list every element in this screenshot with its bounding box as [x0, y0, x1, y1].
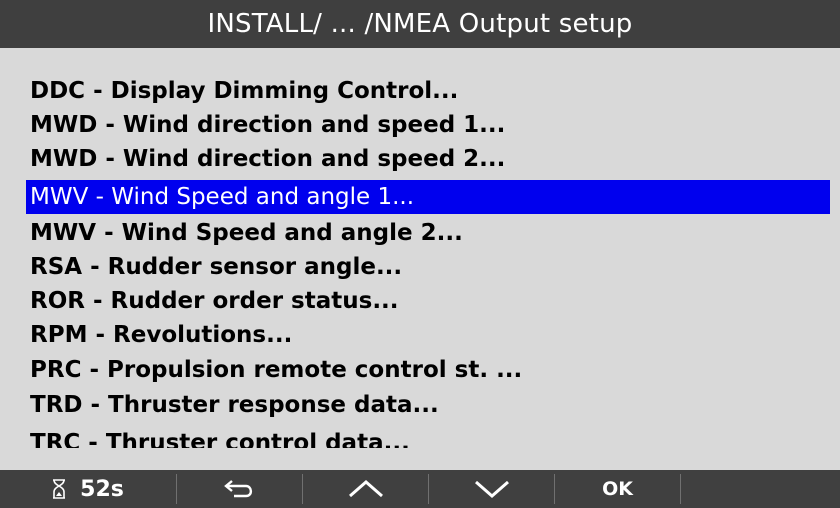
- scroll-down-button[interactable]: [429, 470, 554, 508]
- menu-item-mwd-1[interactable]: MWD - Wind direction and speed 1...: [26, 108, 830, 142]
- scroll-up-button[interactable]: [303, 470, 428, 508]
- menu-item-trc[interactable]: TRC - Thruster control data...: [26, 426, 830, 448]
- menu-item-mwd-2[interactable]: MWD - Wind direction and speed 2...: [26, 142, 830, 176]
- back-arrow-icon: [222, 478, 258, 500]
- page-title-bar: INSTALL/ ... /NMEA Output setup: [0, 0, 840, 48]
- menu-item-mwv-2[interactable]: MWV - Wind Speed and angle 2...: [26, 216, 830, 250]
- bottom-toolbar: 52s OK: [0, 470, 840, 508]
- menu-item-ror[interactable]: ROR - Rudder order status...: [26, 284, 830, 318]
- menu-item-mwv-1[interactable]: MWV - Wind Speed and angle 1...: [26, 180, 830, 214]
- empty-softkey[interactable]: [681, 470, 840, 508]
- chevron-up-icon: [347, 478, 385, 500]
- menu-item-rsa[interactable]: RSA - Rudder sensor angle...: [26, 250, 830, 284]
- chevron-down-icon: [473, 478, 511, 500]
- hourglass-icon: [52, 479, 66, 499]
- ok-button[interactable]: OK: [555, 470, 680, 508]
- page-title: INSTALL/ ... /NMEA Output setup: [207, 9, 633, 39]
- ok-button-label: OK: [602, 478, 633, 500]
- menu-list: DDC - Display Dimming Control... MWD - W…: [0, 74, 840, 448]
- timeout-value: 52s: [80, 476, 124, 502]
- timeout-indicator: 52s: [0, 470, 176, 508]
- menu-item-prc[interactable]: PRC - Propulsion remote control st. ...: [26, 353, 830, 387]
- menu-item-ddc[interactable]: DDC - Display Dimming Control...: [26, 74, 830, 108]
- menu-item-trd[interactable]: TRD - Thruster response data...: [26, 388, 830, 422]
- menu-item-rpm[interactable]: RPM - Revolutions...: [26, 318, 830, 352]
- back-button[interactable]: [177, 470, 302, 508]
